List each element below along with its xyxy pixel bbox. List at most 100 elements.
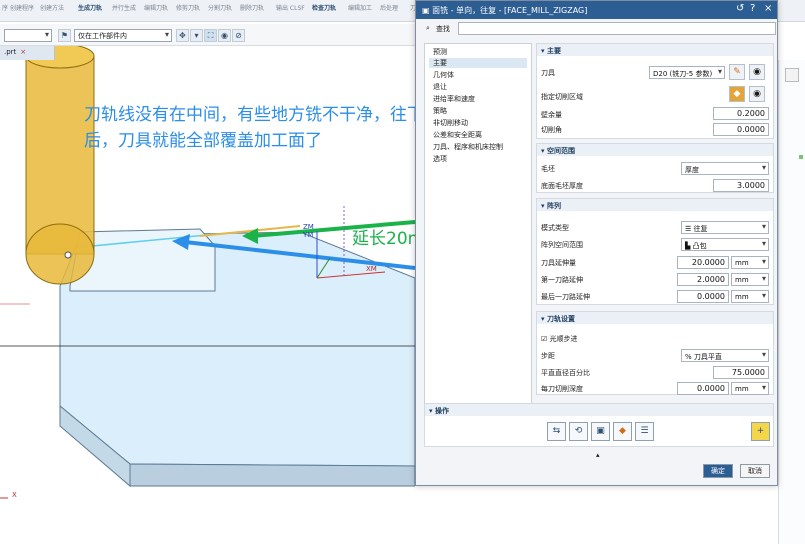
nav-item-noncut-moves[interactable]: 非切削移动 — [433, 118, 468, 128]
ribbon-item[interactable]: 创建程序 — [10, 3, 34, 12]
part-file-tab[interactable]: .prt × — [0, 46, 55, 60]
nav-item-feeds-speeds[interactable]: 进给率和速度 — [433, 94, 475, 104]
convex-hull-icon: ▙ — [685, 242, 693, 250]
close-icon[interactable]: × — [20, 48, 26, 56]
nav-item-options[interactable]: 选项 — [433, 154, 447, 164]
section-actions: ▾ 操作 ⇆ ⟲ ▣ ◆ ☰ + — [424, 403, 774, 447]
section-space-range-title: 空间范围 — [546, 147, 575, 155]
close-icon[interactable]: × — [764, 3, 772, 14]
wall-stock-label: 壁余量 — [541, 111, 562, 119]
flat-diameter-percent-input[interactable]: 75.0000 — [713, 366, 769, 379]
ribbon-item[interactable]: 并行生成 — [112, 3, 136, 12]
section-pattern-header[interactable]: ▾ 阵列 — [537, 199, 773, 211]
right-side-panel — [778, 60, 805, 544]
ribbon-item[interactable]: 修剪刀轨 — [176, 3, 200, 12]
last-extension-unit-select[interactable]: mm — [731, 290, 769, 303]
filter-select[interactable] — [4, 29, 52, 42]
ribbon-item[interactable]: 后处理 — [380, 3, 398, 12]
overhang-label: 刀具延伸量 — [541, 259, 576, 267]
select-region-icon[interactable]: ◆ — [729, 86, 745, 102]
section-toolpath-title: 刀轨设置 — [546, 315, 575, 323]
dropdown-arrow-icon[interactable]: ▾ — [190, 29, 203, 42]
ok-button[interactable]: 确定 — [703, 464, 733, 478]
dialog-titlebar[interactable]: ▣ 面铣 - 单向，往复 - [FACE_MILL_ZIGZAG] ↺ ? × — [416, 1, 777, 19]
edit-tool-icon[interactable]: ✎ — [729, 64, 745, 80]
panel-button-icon[interactable] — [785, 68, 799, 82]
ribbon-item[interactable]: 生成刀轨 — [78, 3, 102, 12]
depth-per-cut-unit-select[interactable]: mm — [731, 382, 769, 395]
last-extension-input[interactable]: 0.0000 — [677, 290, 729, 303]
status-dot-icon — [799, 155, 803, 159]
zm-label: ZM — [303, 223, 314, 231]
nav-item-geometry[interactable]: 几何体 — [433, 70, 454, 80]
ribbon-item[interactable]: 序 — [2, 3, 8, 12]
hide-icon[interactable]: ⊘ — [232, 29, 245, 42]
stepover-label: 步距 — [541, 352, 555, 360]
section-actions-title: 操作 — [434, 407, 449, 415]
pattern-type-select[interactable]: ☰ 往复 — [681, 221, 769, 234]
list-icon[interactable]: ☰ — [635, 422, 654, 441]
blank-select[interactable]: 厚度 — [681, 162, 769, 175]
depth-per-cut-input[interactable]: 0.0000 — [677, 382, 729, 395]
tool-center-point — [64, 251, 72, 259]
filter-icon[interactable]: ⚑ — [58, 29, 71, 42]
section-main: ▾ 主要 刀具 D20 (铣刀-5 参数) ✎ ◉ 指定切削区域 ◆ ◉ 壁余量… — [536, 43, 774, 139]
section-toolpath-header[interactable]: ▾ 刀轨设置 — [537, 312, 773, 324]
scope-select[interactable]: 仅在工作部件内 — [74, 29, 172, 42]
batch-icon[interactable]: + — [751, 422, 770, 441]
simulate-icon[interactable]: ◆ — [613, 422, 632, 441]
ribbon-item[interactable]: 检查刀轨 — [312, 3, 336, 12]
selection-toolbar: ⚑ 仅在工作部件内 ✥ ▾ ⛶ ◉ ⊘ — [0, 24, 420, 46]
tool-select[interactable]: D20 (铣刀-5 参数) — [649, 66, 725, 79]
ribbon-item[interactable]: 编辑加工 — [348, 3, 372, 12]
cut-angle-label: 切削角 — [541, 126, 562, 134]
nav-item-main[interactable]: 主要 — [429, 58, 527, 68]
snap-icon[interactable]: ✥ — [176, 29, 189, 42]
help-icon[interactable]: ? — [750, 3, 755, 14]
ribbon-item[interactable]: 编辑刀轨 — [144, 3, 168, 12]
nav-item-tolerances[interactable]: 公差和安全距离 — [433, 130, 482, 140]
overhang-input[interactable]: 20.0000 — [677, 256, 729, 269]
nav-item-preview[interactable]: 预测 — [433, 47, 447, 57]
flat-diameter-percent-label: 平直直径百分比 — [541, 369, 590, 377]
collapse-arrow-icon[interactable]: ▴ — [596, 451, 600, 459]
show-icon[interactable]: ◉ — [218, 29, 231, 42]
replay-icon[interactable]: ⟲ — [569, 422, 588, 441]
pattern-range-select[interactable]: ▙ 凸包 — [681, 238, 769, 251]
wall-stock-input[interactable]: 0.2000 — [713, 107, 769, 120]
search-icon: ⌕ — [426, 24, 430, 32]
last-extension-label: 最后一刀路延伸 — [541, 293, 590, 301]
ribbon-item[interactable]: 删除刀轨 — [240, 3, 264, 12]
cut-angle-input[interactable]: 0.0000 — [713, 123, 769, 136]
display-region-icon[interactable]: ◉ — [749, 86, 765, 102]
smooth-stepover-checkbox[interactable]: ☑ — [541, 335, 550, 343]
cancel-button[interactable]: 取消 — [740, 464, 770, 478]
nav-item-tool-machine-control[interactable]: 刀具、程序和机床控制 — [433, 142, 503, 152]
section-pattern-title: 阵列 — [546, 202, 561, 210]
pattern-type-value: 往复 — [693, 225, 708, 233]
first-extension-unit-select[interactable]: mm — [731, 273, 769, 286]
first-extension-input[interactable]: 2.0000 — [677, 273, 729, 286]
display-tool-icon[interactable]: ◉ — [749, 64, 765, 80]
verify-icon[interactable]: ▣ — [591, 422, 610, 441]
section-space-range-header[interactable]: ▾ 空间范围 — [537, 144, 773, 156]
nav-item-strategy[interactable]: 策略 — [433, 106, 447, 116]
overhang-unit-select[interactable]: mm — [731, 256, 769, 269]
floor-thickness-input[interactable]: 3.0000 — [713, 179, 769, 192]
pattern-type-label: 模式类型 — [541, 224, 569, 232]
smooth-stepover-row[interactable]: ☑ 光顺步进 — [541, 334, 578, 344]
stepover-select[interactable]: % 刀具平直 — [681, 349, 769, 362]
reset-icon[interactable]: ↺ — [736, 3, 744, 14]
ribbon-item[interactable]: 创建方法 — [40, 3, 64, 12]
generate-icon[interactable]: ⇆ — [547, 422, 566, 441]
annotation-main-line2: 后，刀具就能全部覆盖加工面了 — [84, 131, 322, 151]
search-input[interactable] — [458, 22, 776, 35]
first-extension-label: 第一刀路延伸 — [541, 276, 583, 284]
section-actions-header[interactable]: ▾ 操作 — [425, 404, 773, 416]
section-main-header[interactable]: ▾ 主要 — [537, 44, 773, 56]
ribbon-item[interactable]: 分割刀轨 — [208, 3, 232, 12]
nav-item-retract[interactable]: 退让 — [433, 82, 447, 92]
select-mode-icon[interactable]: ⛶ — [204, 29, 217, 42]
smooth-stepover-label: 光顺步进 — [549, 335, 578, 343]
ribbon-item[interactable]: 输出 CLSF — [276, 3, 305, 12]
